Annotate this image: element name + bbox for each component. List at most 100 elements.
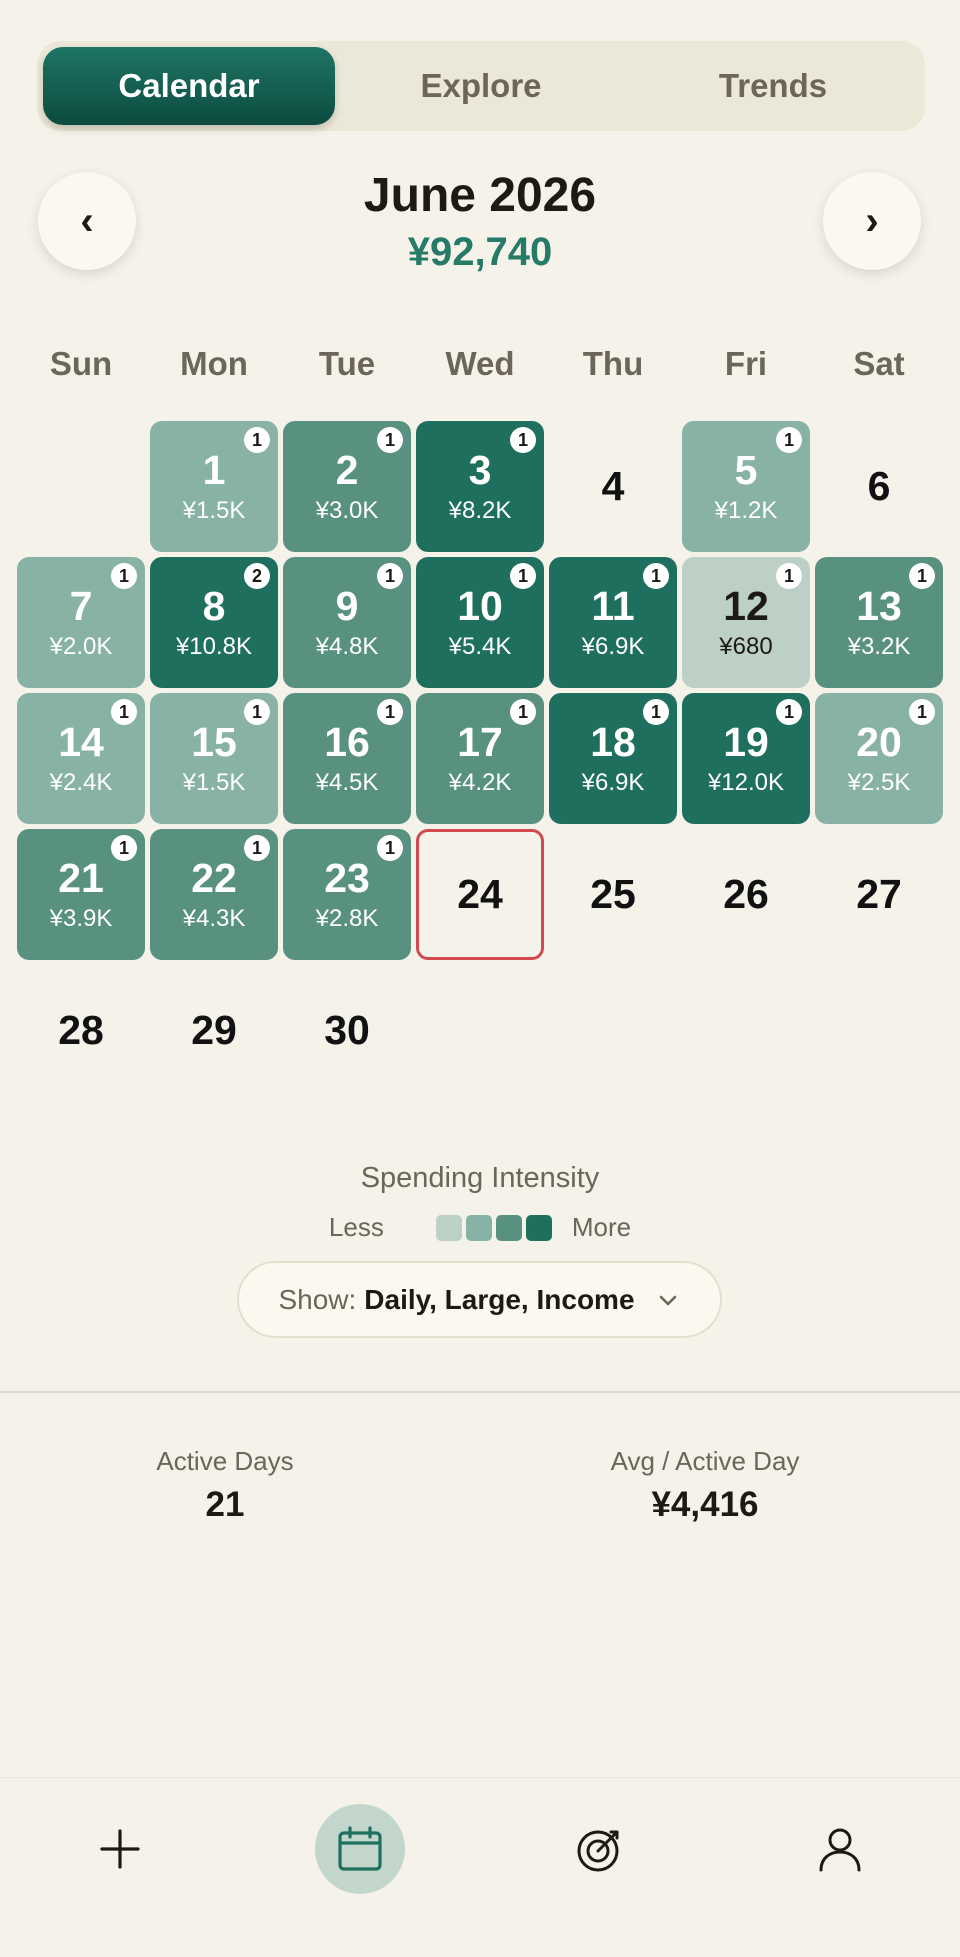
filter-label: Show: <box>278 1283 357 1315</box>
calendar-day[interactable]: 20 ¥2.5K 1 <box>815 693 943 824</box>
app-screen: Calendar Explore Trends ‹ June 2026 ¥92,… <box>0 0 960 1957</box>
calendar-day[interactable]: 5 ¥1.2K 1 <box>682 421 810 552</box>
calendar-day[interactable]: 30 <box>283 965 411 1096</box>
calendar-day[interactable]: 29 <box>150 965 278 1096</box>
transaction-count-badge: 1 <box>244 427 270 453</box>
add-button[interactable] <box>75 1804 165 1894</box>
calendar-day-today[interactable]: 24 <box>416 829 544 960</box>
profile-nav-button[interactable] <box>795 1804 885 1894</box>
show-filter-dropdown[interactable]: Show: Daily, Large, Income <box>237 1261 722 1338</box>
day-number: 4 <box>601 463 625 509</box>
day-number: 24 <box>457 871 503 917</box>
day-number: 21 <box>58 855 104 901</box>
transaction-count-badge: 1 <box>909 699 935 725</box>
tab-explore[interactable]: Explore <box>335 47 627 125</box>
plus-icon <box>100 1829 140 1869</box>
calendar-day[interactable]: 13 ¥3.2K 1 <box>815 557 943 688</box>
day-number: 19 <box>723 719 769 765</box>
weekday-label: Fri <box>724 345 768 382</box>
transaction-count-badge: 1 <box>244 699 270 725</box>
next-month-button[interactable]: › <box>823 172 921 270</box>
calendar-day[interactable]: 26 <box>682 829 810 960</box>
day-number: 23 <box>324 855 370 901</box>
day-number: 22 <box>191 855 237 901</box>
calendar-day[interactable]: 23 ¥2.8K 1 <box>283 829 411 960</box>
calendar-day[interactable]: 1 ¥1.5K 1 <box>150 421 278 552</box>
active-days-label: Active Days <box>156 1446 294 1476</box>
weekday-header: Sun Mon Tue Wed Thu Fri Sat <box>17 345 943 383</box>
calendar-day[interactable]: 21 ¥3.9K 1 <box>17 829 145 960</box>
day-amount: ¥3.0K <box>315 497 379 524</box>
calendar-day[interactable]: 16 ¥4.5K 1 <box>283 693 411 824</box>
day-amount: ¥2.4K <box>49 769 113 796</box>
day-amount: ¥4.5K <box>315 769 379 796</box>
day-amount: ¥2.5K <box>847 769 911 796</box>
legend-more-label: More <box>571 1212 632 1242</box>
day-amount: ¥5.4K <box>448 633 512 660</box>
day-amount: ¥10.8K <box>175 633 253 660</box>
day-number: 14 <box>58 719 104 765</box>
calendar-day[interactable]: 17 ¥4.2K 1 <box>416 693 544 824</box>
calendar-day[interactable]: 11 ¥6.9K 1 <box>549 557 677 688</box>
calendar-day[interactable]: 25 <box>549 829 677 960</box>
day-amount: ¥2.8K <box>315 905 379 932</box>
day-number: 29 <box>191 1007 237 1053</box>
calendar-day[interactable]: 18 ¥6.9K 1 <box>549 693 677 824</box>
day-amount: ¥2.0K <box>49 633 113 660</box>
active-days-value: 21 <box>205 1485 245 1524</box>
weekday-label: Mon <box>180 345 248 382</box>
month-title: June 2026 <box>363 169 597 222</box>
active-days-stat: Active Days 21 <box>0 1446 465 1525</box>
day-amount: ¥3.2K <box>847 633 911 660</box>
bottom-nav <box>0 1777 960 1957</box>
calendar-day[interactable]: 12 ¥680 1 <box>682 557 810 688</box>
calendar-day[interactable]: 28 <box>17 965 145 1096</box>
calendar-day[interactable]: 8 ¥10.8K 2 <box>150 557 278 688</box>
day-amount: ¥4.8K <box>315 633 379 660</box>
calendar-day[interactable]: 9 ¥4.8K 1 <box>283 557 411 688</box>
goals-nav-button[interactable] <box>555 1804 645 1894</box>
calendar-day[interactable]: 2 ¥3.0K 1 <box>283 421 411 552</box>
day-number: 7 <box>69 583 93 629</box>
transaction-count-badge: 1 <box>111 835 137 861</box>
day-number: 6 <box>867 463 891 509</box>
calendar-day[interactable]: 4 <box>549 421 677 552</box>
calendar-day[interactable]: 10 ¥5.4K 1 <box>416 557 544 688</box>
calendar-day[interactable]: 7 ¥2.0K 1 <box>17 557 145 688</box>
weekday-label: Sat <box>853 345 905 382</box>
chevron-down-icon <box>655 1287 681 1313</box>
target-icon <box>577 1830 619 1872</box>
day-amount: ¥6.9K <box>581 633 645 660</box>
user-icon <box>819 1828 861 1872</box>
weekday-label: Wed <box>445 345 515 382</box>
calendar-day[interactable]: 14 ¥2.4K 1 <box>17 693 145 824</box>
transaction-count-badge: 1 <box>111 699 137 725</box>
month-total: ¥92,740 <box>407 230 553 274</box>
day-number: 15 <box>191 719 237 765</box>
transaction-count-badge: 1 <box>111 563 137 589</box>
calendar-day[interactable]: 22 ¥4.3K 1 <box>150 829 278 960</box>
tab-calendar[interactable]: Calendar <box>43 47 335 125</box>
transaction-count-badge: 1 <box>776 563 802 589</box>
transaction-count-badge: 1 <box>776 699 802 725</box>
transaction-count-badge: 1 <box>643 699 669 725</box>
day-amount: ¥12.0K <box>707 769 785 796</box>
day-number: 11 <box>591 583 635 629</box>
calendar-day[interactable]: 19 ¥12.0K 1 <box>682 693 810 824</box>
calendar-day[interactable]: 3 ¥8.2K 1 <box>416 421 544 552</box>
calendar-day[interactable]: 15 ¥1.5K 1 <box>150 693 278 824</box>
day-number: 1 <box>202 447 226 493</box>
day-number: 26 <box>723 871 769 917</box>
tab-trends[interactable]: Trends <box>627 47 919 125</box>
legend-less-label: Less <box>328 1212 384 1242</box>
calendar-day[interactable]: 27 <box>815 829 943 960</box>
chevron-right-icon: › <box>865 198 879 243</box>
day-number: 30 <box>324 1007 370 1053</box>
day-amount: ¥1.5K <box>182 497 246 524</box>
calendar-day[interactable]: 6 <box>815 421 943 552</box>
day-number: 25 <box>590 871 636 917</box>
day-number: 9 <box>335 583 359 629</box>
day-number: 13 <box>856 583 902 629</box>
calendar-nav-button[interactable] <box>315 1804 405 1894</box>
calendar-grid: 1 ¥1.5K 1 2 ¥3.0K 1 3 ¥8.2K 1 4 5 ¥1.2K 1 6 7 ¥2.0K 1 8 ¥1… <box>17 421 943 1096</box>
